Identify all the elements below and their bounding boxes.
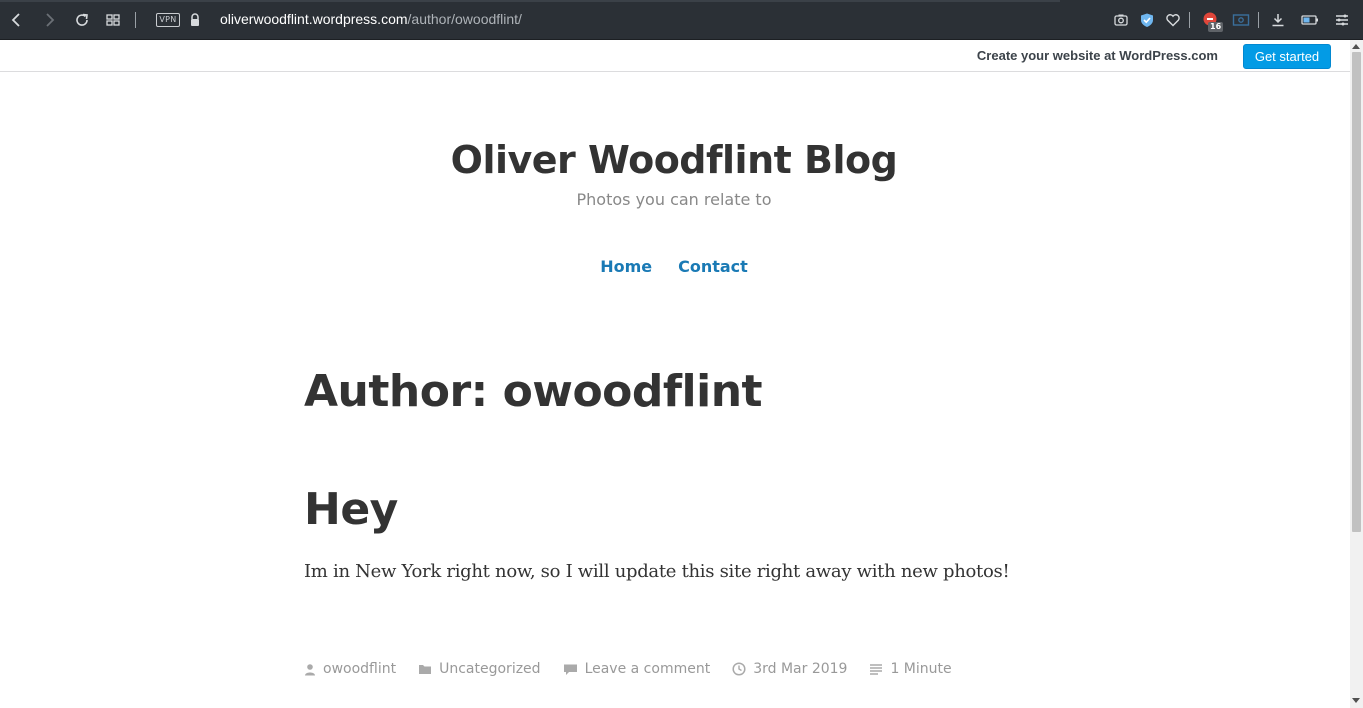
scrollbar-thumb[interactable] (1352, 52, 1361, 532)
url-path: /author/owoodflint/ (407, 11, 522, 27)
toolbar-separator (1258, 12, 1259, 28)
author-link[interactable]: owoodflint (323, 661, 396, 677)
nav-item-contact[interactable]: Contact (678, 257, 748, 276)
back-icon[interactable] (5, 8, 29, 32)
post-meta: owoodflint Uncategorized Leave a comment… (304, 661, 974, 677)
screenshot-icon[interactable] (1229, 8, 1253, 32)
post-reading-time: 1 Minute (869, 661, 952, 677)
clock-icon (732, 662, 746, 676)
page-load-bar (0, 0, 1060, 2)
shield-icon[interactable] (1135, 8, 1159, 32)
heart-icon[interactable] (1161, 8, 1185, 32)
post-date: 3rd Mar 2019 (732, 661, 847, 677)
site-description: Photos you can relate to (576, 190, 772, 209)
get-started-button[interactable]: Get started (1243, 44, 1331, 69)
forward-icon[interactable] (37, 8, 61, 32)
toolbar-separator (135, 12, 136, 28)
scroll-down-arrow-icon[interactable] (1352, 698, 1360, 703)
adblock-count-badge: 16 (1208, 22, 1224, 32)
post-title[interactable]: Hey (304, 484, 398, 535)
lock-icon[interactable] (183, 8, 207, 32)
post-excerpt: Im in New York right now, so I will upda… (304, 561, 1010, 582)
reading-time-icon (869, 663, 883, 675)
browser-toolbar: VPN oliverwoodflint.wordpress.com/author… (0, 0, 1363, 40)
category-link[interactable]: Uncategorized (439, 661, 540, 677)
folder-icon (418, 663, 432, 675)
reading-time-text: 1 Minute (890, 661, 952, 677)
wpcom-banner-text: Create your website at WordPress.com (976, 48, 1218, 63)
user-icon (304, 663, 316, 676)
menu-icon[interactable] (1330, 8, 1354, 32)
leave-comment-link[interactable]: Leave a comment (585, 661, 711, 677)
scroll-up-arrow-icon[interactable] (1352, 44, 1360, 49)
nav-item-home[interactable]: Home (600, 257, 652, 276)
reload-icon[interactable] (70, 8, 94, 32)
toolbar-separator (1189, 12, 1190, 28)
post-author: owoodflint (304, 661, 396, 677)
url-host: oliverwoodflint.wordpress.com (220, 11, 408, 27)
site-title[interactable]: Oliver Woodflint Blog (0, 138, 1348, 182)
tabs-grid-icon[interactable] (101, 8, 125, 32)
date-link[interactable]: 3rd Mar 2019 (753, 661, 847, 677)
archive-title: Author: owoodflint (304, 366, 763, 417)
camera-icon[interactable] (1109, 8, 1133, 32)
vpn-icon[interactable]: VPN (156, 13, 180, 27)
main-navigation: Home Contact (0, 257, 1348, 276)
comment-icon (563, 663, 578, 676)
post-comments: Leave a comment (563, 661, 711, 677)
post-category: Uncategorized (418, 661, 541, 677)
wpcom-banner: Create your website at WordPress.com (0, 40, 1350, 72)
battery-icon[interactable] (1298, 8, 1322, 32)
download-icon[interactable] (1266, 8, 1290, 32)
address-bar[interactable]: oliverwoodflint.wordpress.com/author/owo… (220, 11, 522, 27)
